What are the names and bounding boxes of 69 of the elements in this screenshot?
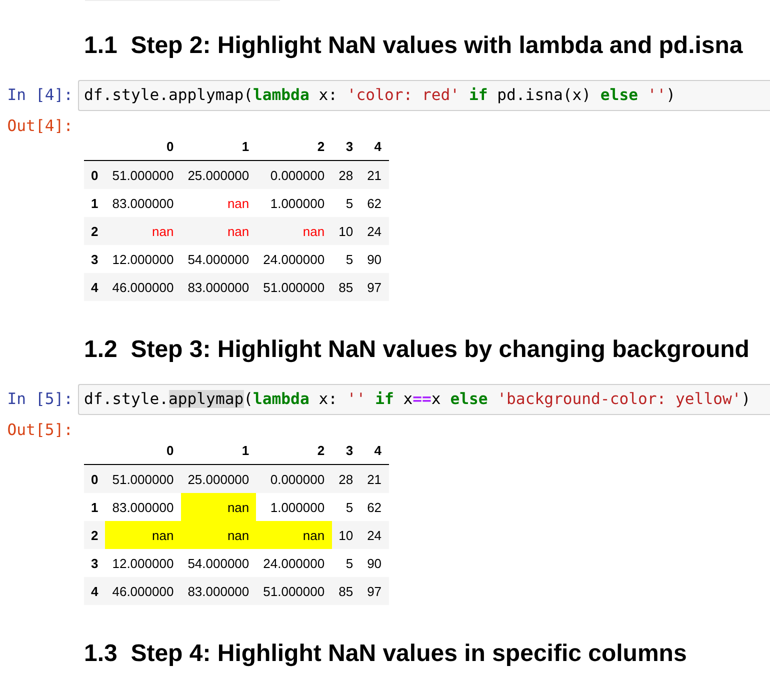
table-cell: 24.000000 <box>256 245 332 273</box>
table-cell: 62 <box>360 493 389 521</box>
table-cell: nan <box>180 189 256 217</box>
table-cell: 24 <box>360 217 389 245</box>
table-cell: 54.000000 <box>180 549 256 577</box>
table-cell: 83.000000 <box>105 189 181 217</box>
row-index: 3 <box>84 549 106 577</box>
table-cell: 1.000000 <box>256 493 332 521</box>
table-cell: 5 <box>332 493 360 521</box>
table-cell: nan <box>256 217 332 245</box>
table-cell: 0.000000 <box>256 160 332 189</box>
row-index: 2 <box>84 217 106 245</box>
table-cell: 46.000000 <box>105 273 181 301</box>
table-cell: 25.000000 <box>180 464 256 493</box>
table-cell: 25.000000 <box>180 160 256 189</box>
table-cell: 21 <box>360 464 389 493</box>
table-cell: 12.000000 <box>105 549 181 577</box>
table-cell: 28 <box>332 464 360 493</box>
table-cell: 21 <box>360 160 389 189</box>
section-heading: 1.2 Step 3: Highlight NaN values by changing background <box>84 336 750 364</box>
row-index: 3 <box>84 245 106 273</box>
table-cell: nan <box>256 521 332 549</box>
input-prompt: In [4]: <box>6 85 74 106</box>
table-cell: nan <box>105 217 181 245</box>
output-prompt: Out[5]: <box>6 420 74 441</box>
row-index: 0 <box>84 160 106 189</box>
table-cell: 24.000000 <box>256 549 332 577</box>
row-index: 2 <box>84 521 106 549</box>
table-cell: 97 <box>360 273 389 301</box>
row-index: 1 <box>84 493 106 521</box>
table-cell: 83.000000 <box>180 273 256 301</box>
row-index: 0 <box>84 464 106 493</box>
table-cell: 83.000000 <box>105 493 181 521</box>
table-cell: 24 <box>360 521 389 549</box>
code-input[interactable]: df.style.applymap(lambda x: 'color: red' if pd.isna(x) else '') <box>78 80 770 111</box>
table-cell: 5 <box>332 245 360 273</box>
table-cell: 5 <box>332 189 360 217</box>
code-input[interactable]: df.style.applymap(lambda x: '' if x==x else 'background-color: yellow') <box>78 384 770 415</box>
table-cell: 51.000000 <box>105 464 181 493</box>
table-cell: 28 <box>332 160 360 189</box>
table-cell: 97 <box>360 577 389 605</box>
table-cell: 5 <box>332 549 360 577</box>
row-index: 1 <box>84 189 106 217</box>
row-index: 4 <box>84 273 106 301</box>
table-cell: nan <box>180 521 256 549</box>
table-cell: 90 <box>360 245 389 273</box>
table-cell: 10 <box>332 217 360 245</box>
table-cell: 62 <box>360 189 389 217</box>
table-cell: nan <box>180 493 256 521</box>
table-cell: 46.000000 <box>105 577 181 605</box>
table-cell: 85 <box>332 273 360 301</box>
input-prompt: In [5]: <box>6 389 74 410</box>
table-cell: 51.000000 <box>256 273 332 301</box>
table-cell: nan <box>105 521 181 549</box>
section-heading: 1.1 Step 2: Highlight NaN values with lambda and pd.isna <box>84 32 743 60</box>
table-cell: 10 <box>332 521 360 549</box>
table-cell: 85 <box>332 577 360 605</box>
table-cell: 1.000000 <box>256 189 332 217</box>
table-cell: 90 <box>360 549 389 577</box>
section-heading: 1.3 Step 4: Highlight NaN values in specific columns <box>84 640 687 668</box>
row-index: 4 <box>84 577 106 605</box>
output-prompt: Out[4]: <box>6 116 74 137</box>
table-cell: 51.000000 <box>105 160 181 189</box>
table-cell: 54.000000 <box>180 245 256 273</box>
table-cell: 83.000000 <box>180 577 256 605</box>
table-cell: 12.000000 <box>105 245 181 273</box>
table-cell: nan <box>180 217 256 245</box>
table-cell: 0.000000 <box>256 464 332 493</box>
table-cell: 51.000000 <box>256 577 332 605</box>
